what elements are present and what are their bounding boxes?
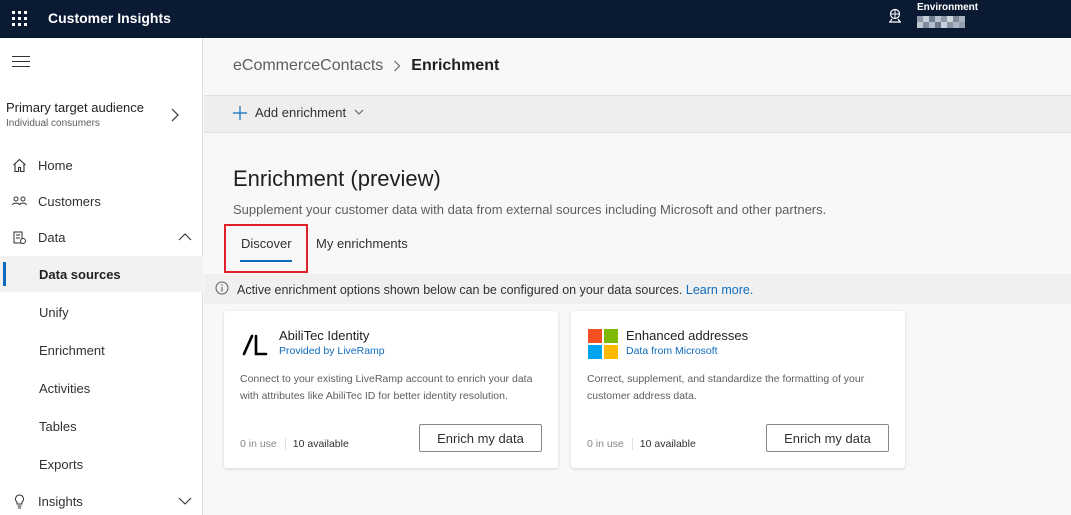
sidebar-item-home[interactable]: Home <box>0 147 203 183</box>
customers-icon <box>12 196 27 206</box>
info-icon <box>215 281 229 295</box>
page-title: Enrichment (preview) <box>233 166 441 191</box>
sidebar-item-data[interactable]: Data <box>0 219 203 255</box>
chevron-down-icon[interactable] <box>178 497 192 506</box>
enrich-my-data-button[interactable]: Enrich my data <box>419 424 542 452</box>
sidebar-item-label: Exports <box>39 456 84 472</box>
hamburger-menu-icon[interactable] <box>12 56 30 68</box>
sidebar-item-label: Data <box>38 229 66 245</box>
info-text: Active enrichment options shown below ca… <box>237 283 683 297</box>
environment-label[interactable]: Environment <box>917 2 978 13</box>
sidebar-item-unify[interactable]: Unify <box>0 294 203 330</box>
in-use-count: 0 in use <box>240 438 286 450</box>
microsoft-logo-icon <box>588 329 618 359</box>
main-content: eCommerceContacts Enrichment Add enrichm… <box>204 38 1071 515</box>
sidebar-item-label: Enrichment <box>39 342 105 358</box>
audience-title: Primary target audience <box>6 100 145 115</box>
learn-more-link[interactable]: Learn more. <box>686 283 753 297</box>
environment-name-redacted[interactable] <box>917 16 969 28</box>
card-description: Connect to your existing LiveRamp accoun… <box>240 373 533 402</box>
top-bar: Customer Insights Environment <box>0 0 1071 38</box>
enrichment-card-enhanced-addresses: Enhanced addresses Data from Microsoft C… <box>571 311 905 468</box>
tab-selected-indicator <box>240 260 292 262</box>
breadcrumb-current: Enrichment <box>411 57 500 74</box>
chevron-right-icon <box>394 60 401 72</box>
sidebar-item-label: Tables <box>39 418 77 434</box>
sidebar-item-tables[interactable]: Tables <box>0 408 203 444</box>
tab-discover[interactable]: Discover <box>241 236 292 251</box>
card-provider-link[interactable]: Data from Microsoft <box>626 345 718 357</box>
lightbulb-icon <box>15 494 24 509</box>
data-icon <box>13 231 26 244</box>
liveramp-logo-icon <box>242 334 268 356</box>
tab-my-enrichments[interactable]: My enrichments <box>316 236 408 251</box>
active-indicator <box>3 262 6 286</box>
sidebar-item-label: Insights <box>38 493 83 509</box>
page-description: Supplement your customer data with data … <box>233 202 827 217</box>
app-title[interactable]: Customer Insights <box>48 10 171 26</box>
chevron-up-icon[interactable] <box>178 232 192 241</box>
add-enrichment-label: Add enrichment <box>255 105 347 120</box>
environment-icon[interactable] <box>887 8 903 24</box>
chevron-down-icon <box>354 109 364 115</box>
sidebar-item-label: Activities <box>39 380 91 396</box>
sidebar-item-label: Data sources <box>39 266 121 282</box>
available-count: 10 available <box>639 438 696 450</box>
in-use-count: 0 in use <box>587 438 633 450</box>
command-bar: Add enrichment <box>204 95 1071 133</box>
card-provider-link[interactable]: Provided by LiveRamp <box>279 345 385 357</box>
audience-subtitle: Individual consumers <box>6 118 100 129</box>
sidebar: Primary target audience Individual consu… <box>0 38 203 515</box>
card-title: AbiliTec Identity <box>279 328 370 343</box>
enrich-my-data-button[interactable]: Enrich my data <box>766 424 889 452</box>
card-footer: 0 in use 10 available <box>240 438 349 450</box>
plus-icon <box>233 105 247 120</box>
info-message: Active enrichment options shown below ca… <box>237 283 753 297</box>
available-count: 10 available <box>292 438 349 450</box>
card-description: Correct, supplement, and standardize the… <box>587 373 865 402</box>
app-launcher-icon[interactable] <box>12 11 28 27</box>
info-bar: Active enrichment options shown below ca… <box>204 274 1071 304</box>
card-title: Enhanced addresses <box>626 328 749 343</box>
breadcrumb: eCommerceContacts Enrichment <box>233 57 499 75</box>
home-icon <box>13 158 26 173</box>
audience-selector[interactable]: Primary target audience Individual consu… <box>6 100 144 129</box>
sidebar-item-activities[interactable]: Activities <box>0 370 203 406</box>
sidebar-item-enrichment[interactable]: Enrichment <box>0 332 203 368</box>
sidebar-item-customers[interactable]: Customers <box>0 183 203 219</box>
chevron-right-icon[interactable] <box>170 108 180 122</box>
sidebar-item-label: Customers <box>38 193 101 209</box>
breadcrumb-parent[interactable]: eCommerceContacts <box>233 57 383 75</box>
sidebar-item-insights[interactable]: Insights <box>0 483 203 515</box>
sidebar-item-label: Home <box>38 157 73 173</box>
sidebar-item-exports[interactable]: Exports <box>0 446 203 482</box>
enrichment-card-abilitec: AbiliTec Identity Provided by LiveRamp C… <box>224 311 558 468</box>
sidebar-item-data-sources[interactable]: Data sources <box>0 256 203 292</box>
card-footer: 0 in use 10 available <box>587 438 696 450</box>
sidebar-item-label: Unify <box>39 304 69 320</box>
add-enrichment-button[interactable]: Add enrichment <box>233 105 364 120</box>
